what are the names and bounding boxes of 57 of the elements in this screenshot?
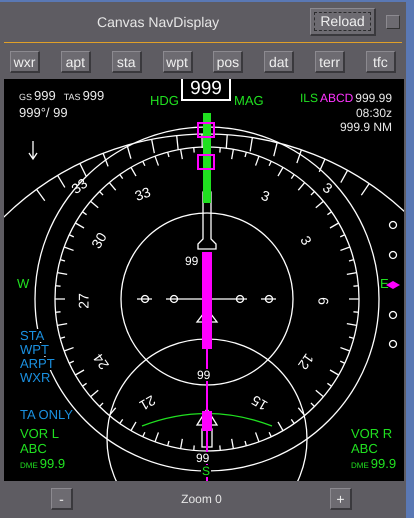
reload-button[interactable]: Reload: [310, 8, 376, 36]
true-airspeed-label: TAS: [64, 93, 81, 102]
compass-label: 15: [248, 392, 270, 414]
compass-label: 21: [136, 392, 158, 414]
true-airspeed-value: 999: [82, 89, 104, 102]
toolbar-button[interactable]: sta: [112, 51, 142, 73]
nav-frequency: 999.99: [355, 92, 392, 104]
ground-speed-label: GS: [19, 93, 32, 102]
heading-reference: MAG: [234, 94, 264, 107]
range-label: 99: [184, 255, 200, 267]
window-title: Canvas NavDisplay: [97, 12, 220, 32]
range-label: 99: [195, 452, 210, 464]
dme-label: DME: [351, 462, 369, 470]
nav-mode: ILS: [300, 92, 318, 104]
tcas-mode: TA ONLY: [20, 408, 73, 421]
dme-value: 99.9: [40, 457, 66, 470]
wind-readout: 999°/ 99: [19, 106, 68, 119]
compass-label: 27: [76, 293, 92, 309]
toolbar-button[interactable]: terr: [315, 51, 346, 73]
dme-value: 99.9: [370, 457, 396, 470]
map-option-label: WXR: [20, 371, 50, 384]
compass-label: 33: [132, 184, 153, 204]
zoom-label: Zoom 0: [181, 491, 222, 508]
east-label: E: [380, 277, 389, 290]
map-option-label: ARPT: [20, 357, 55, 370]
toolbar-button[interactable]: apt: [60, 51, 91, 73]
eta-readout: 08:30z: [356, 107, 392, 119]
compass-label: 6: [315, 297, 332, 305]
compass-label: 30: [88, 230, 110, 252]
heading-readout: 999: [181, 79, 231, 101]
heading-label: HDG: [150, 94, 179, 107]
toolbar-button[interactable]: wxr: [10, 51, 40, 73]
zoom-in-button[interactable]: +: [330, 488, 352, 510]
zoom-out-button[interactable]: -: [51, 488, 73, 510]
compass-label: 3: [259, 186, 272, 205]
distance-readout: 999.9 NM: [340, 121, 392, 133]
south-label: S: [201, 465, 212, 477]
range-label: 99: [196, 369, 212, 381]
toolbar-button[interactable]: dat: [264, 51, 294, 73]
toolbar-button[interactable]: tfc: [366, 51, 396, 73]
map-option-label: WPT: [20, 343, 49, 356]
toolbar-button[interactable]: pos: [213, 51, 244, 73]
west-label: W: [17, 277, 30, 290]
ground-speed-value: 999: [34, 89, 56, 102]
compass-label: 3: [297, 232, 315, 248]
window-control-icon[interactable]: [386, 15, 400, 29]
vor-ident: ABC: [351, 442, 379, 455]
vor-label: VOR L: [20, 427, 60, 440]
dme-label: DME: [20, 462, 38, 470]
compass-label: 12: [295, 350, 318, 373]
nav-ident: ABCD: [320, 92, 354, 104]
compass-label: 24: [90, 350, 112, 373]
map-option-label: STA: [20, 329, 44, 342]
compass-label: 3: [320, 179, 336, 197]
vor-ident: ABC: [20, 442, 48, 455]
toolbar-button[interactable]: wpt: [162, 51, 193, 73]
vor-label: VOR R: [351, 427, 394, 440]
